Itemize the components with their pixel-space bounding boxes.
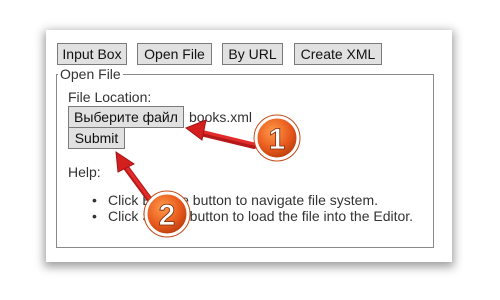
screenshot-stage: Input Box Open File By URL Create XML Op… — [0, 0, 500, 300]
help-label: Help: — [68, 164, 101, 180]
bullet-icon: • — [92, 192, 97, 208]
tab-open-file[interactable]: Open File — [137, 43, 212, 65]
tab-create-xml[interactable]: Create XML — [294, 43, 382, 65]
help-item: • Click Submit button to load the file i… — [86, 208, 413, 224]
open-file-legend: Open File — [58, 66, 123, 82]
help-item-text: Click Browse button to navigate file sys… — [108, 192, 379, 208]
file-location-label: File Location: — [68, 89, 152, 105]
help-item: • Click Browse button to navigate file s… — [86, 192, 413, 208]
submit-button[interactable]: Submit — [68, 127, 125, 149]
tab-by-url[interactable]: By URL — [222, 43, 283, 65]
tab-input-box[interactable]: Input Box — [57, 43, 127, 65]
help-item-text: Click Submit button to load the file int… — [108, 208, 414, 224]
bullet-icon: • — [92, 208, 97, 224]
help-list: • Click Browse button to navigate file s… — [86, 192, 413, 224]
choose-file-button[interactable]: Выберите файл — [68, 106, 184, 128]
selected-file-name: books.xml — [189, 109, 253, 125]
xml-loader-panel: Input Box Open File By URL Create XML Op… — [46, 30, 452, 262]
